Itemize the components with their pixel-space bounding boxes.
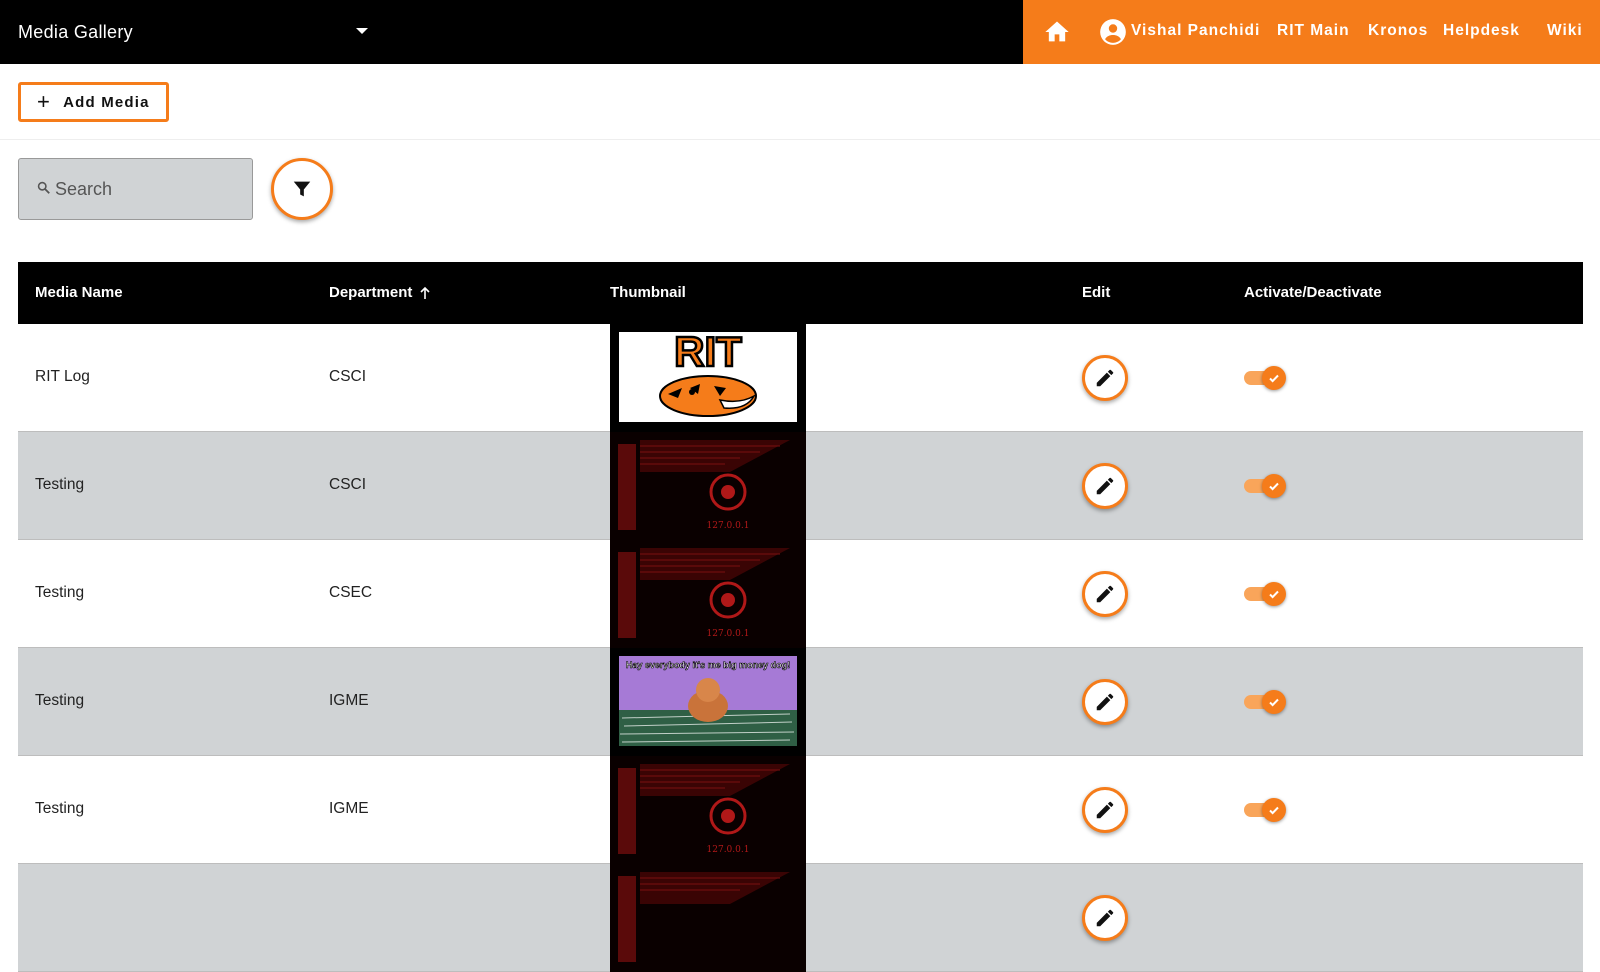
red-black-poster-image: 127.0.0.1 <box>610 540 806 648</box>
nav-link-kronos[interactable]: Kronos <box>1368 22 1428 40</box>
red-black-poster-image <box>610 864 806 972</box>
activate-toggle[interactable] <box>1244 582 1286 606</box>
table-row: RIT Log CSCI RIT <box>18 324 1583 432</box>
media-name-cell: Testing <box>35 692 85 709</box>
activate-toggle[interactable] <box>1244 474 1286 498</box>
edit-button[interactable] <box>1082 463 1128 509</box>
edit-button[interactable] <box>1082 787 1128 833</box>
top-bar: Media Gallery Vishal Panchidi RIT Main K… <box>0 0 1600 64</box>
department-cell: IGME <box>329 692 369 709</box>
money-dog-meme-image: Hay everybody it's me big money dog! <box>610 648 806 756</box>
top-nav: Vishal Panchidi RIT Main Kronos Helpdesk… <box>1023 0 1600 64</box>
media-name-cell: Testing <box>35 476 85 493</box>
poster-ip-text: 127.0.0.1 <box>707 629 750 639</box>
edit-button[interactable] <box>1082 679 1128 725</box>
user-name-link[interactable]: Vishal Panchidi <box>1131 22 1260 40</box>
media-name-cell: Testing <box>35 584 85 601</box>
table-row: Testing IGME 127.0.0.1 <box>18 756 1583 864</box>
add-media-label: Add Media <box>63 93 150 111</box>
check-icon <box>1262 474 1286 498</box>
thumbnail-image[interactable]: 127.0.0.1 <box>610 432 806 540</box>
department-cell: CSCI <box>329 476 367 493</box>
pencil-icon <box>1096 369 1114 387</box>
table-row <box>18 864 1583 972</box>
edit-button[interactable] <box>1082 571 1128 617</box>
check-icon <box>1262 798 1286 822</box>
table-row: Testing CSEC 127.0.0.1 <box>18 540 1583 648</box>
column-header-activate: Activate/Deactivate <box>1244 284 1382 301</box>
meme-top-text: Hay everybody it's me big money dog! <box>626 660 790 670</box>
activate-toggle[interactable] <box>1244 798 1286 822</box>
plus-icon: + <box>37 89 52 114</box>
edit-button[interactable] <box>1082 355 1128 401</box>
activate-toggle[interactable] <box>1244 690 1286 714</box>
red-black-poster-image: 127.0.0.1 <box>610 432 806 540</box>
check-icon <box>1262 690 1286 714</box>
pencil-icon <box>1096 477 1114 495</box>
department-cell: IGME <box>329 800 369 817</box>
activate-toggle[interactable] <box>1244 366 1286 390</box>
media-name-cell: RIT Log <box>35 368 90 385</box>
check-icon <box>1262 366 1286 390</box>
poster-ip-text: 127.0.0.1 <box>707 845 750 855</box>
add-media-button[interactable]: + Add Media <box>18 82 169 122</box>
search-input[interactable]: Search <box>18 158 253 220</box>
nav-link-helpdesk[interactable]: Helpdesk <box>1443 22 1520 40</box>
edit-button[interactable] <box>1082 895 1128 941</box>
search-placeholder: Search <box>55 178 113 199</box>
table-row: Testing CSCI 127.0.0.1 <box>18 432 1583 540</box>
app-select-label: Media Gallery <box>18 21 133 42</box>
search-icon <box>37 181 50 194</box>
thumbnail-image[interactable]: Hay everybody it's me big money dog! <box>610 648 806 756</box>
column-header-department[interactable]: Department <box>329 284 432 301</box>
thumbnail-image[interactable]: RIT <box>610 324 806 432</box>
filter-button[interactable] <box>271 158 333 220</box>
poster-ip-text: 127.0.0.1 <box>707 521 750 531</box>
media-table: Media Name Department Thumbnail Edit Act… <box>18 262 1583 972</box>
chevron-down-icon <box>356 28 368 34</box>
column-header-department-label: Department <box>329 284 413 301</box>
app-select-dropdown[interactable]: Media Gallery <box>18 0 368 64</box>
home-icon[interactable] <box>1043 18 1071 46</box>
thumbnail-image[interactable] <box>610 864 806 972</box>
pencil-icon <box>1096 693 1114 711</box>
department-cell: CSEC <box>329 584 373 601</box>
pencil-icon <box>1096 585 1114 603</box>
column-header-edit: Edit <box>1082 284 1111 301</box>
arrow-up-icon <box>420 286 430 299</box>
red-black-poster-image: 127.0.0.1 <box>610 756 806 864</box>
media-name-cell: Testing <box>35 800 85 817</box>
rit-tiger-logo-image: RIT <box>610 324 806 432</box>
pencil-icon <box>1096 909 1114 927</box>
account-circle-icon[interactable] <box>1099 18 1127 46</box>
nav-link-rit-main[interactable]: RIT Main <box>1277 22 1350 40</box>
check-icon <box>1262 582 1286 606</box>
thumbnail-image[interactable]: 127.0.0.1 <box>610 540 806 648</box>
thumbnail-image[interactable]: 127.0.0.1 <box>610 756 806 864</box>
pencil-icon <box>1096 801 1114 819</box>
table-row: Testing IGME Hay everybody it's me big m… <box>18 648 1583 756</box>
table-header: Media Name Department Thumbnail Edit Act… <box>18 262 1583 324</box>
column-header-thumbnail: Thumbnail <box>610 284 686 301</box>
filter-icon <box>293 181 311 197</box>
rit-logo-text: RIT <box>674 328 742 375</box>
department-cell: CSCI <box>329 368 367 385</box>
toolbar: + Add Media <box>0 64 1600 140</box>
column-header-media-name[interactable]: Media Name <box>35 284 123 301</box>
nav-link-wiki[interactable]: Wiki <box>1547 22 1583 40</box>
